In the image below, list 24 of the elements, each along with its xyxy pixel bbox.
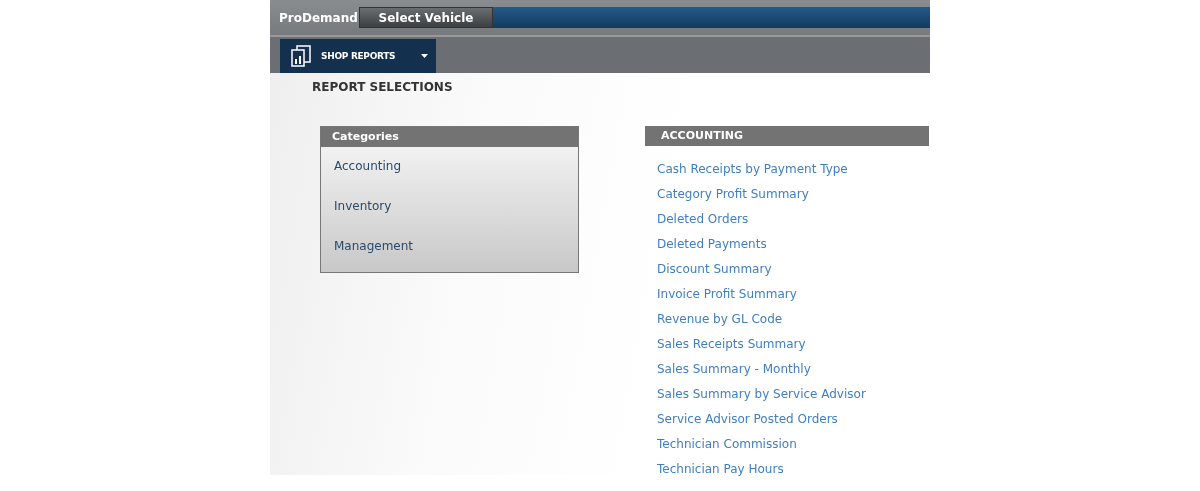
report-link[interactable]: Revenue by GL Code: [657, 310, 783, 335]
select-vehicle-button[interactable]: Select Vehicle: [359, 7, 493, 28]
page-title: REPORT SELECTIONS: [312, 80, 454, 96]
report-link[interactable]: Deleted Orders: [657, 210, 749, 235]
report-link[interactable]: Technician Commission: [657, 435, 797, 460]
report-link[interactable]: Sales Receipts Summary: [657, 335, 806, 360]
report-link[interactable]: Deleted Payments: [657, 235, 767, 260]
report-link[interactable]: Sales Summary - Monthly: [657, 360, 811, 385]
panel-header: Categories: [321, 127, 578, 147]
shop-reports-menu[interactable]: SHOP REPORTS: [280, 39, 436, 73]
report-link[interactable]: Technician Pay Hours: [657, 460, 784, 485]
category-item[interactable]: Inventory: [321, 185, 405, 227]
section-header: ACCOUNTING: [645, 126, 929, 146]
report-link[interactable]: Service Advisor Posted Orders: [657, 410, 838, 435]
report-link[interactable]: Sales Summary by Service Advisor: [657, 385, 866, 410]
category-item[interactable]: Accounting: [321, 145, 414, 187]
report-link[interactable]: Invoice Profit Summary: [657, 285, 797, 310]
reports-icon: [290, 45, 312, 67]
category-item[interactable]: Management: [321, 225, 427, 267]
report-link[interactable]: Category Profit Summary: [657, 185, 809, 210]
caret-icon: [421, 54, 428, 58]
report-link[interactable]: Cash Receipts by Payment Type: [657, 160, 848, 185]
report-link[interactable]: Discount Summary: [657, 260, 772, 285]
brand-logo: ProDemand: [279, 10, 359, 25]
